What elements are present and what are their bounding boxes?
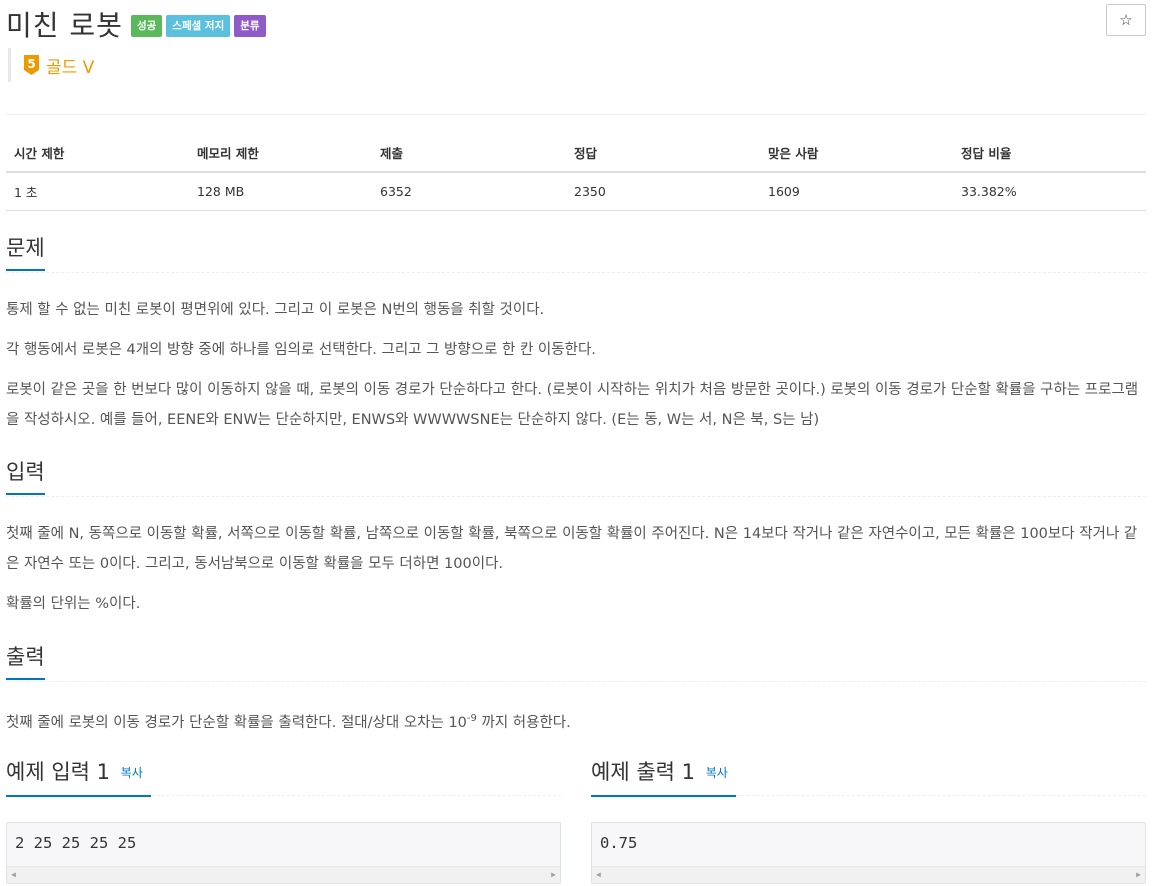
header-divider <box>6 114 1146 115</box>
sample-input-title: 예제 입력 1 복사 <box>6 754 151 797</box>
solvers-value: 1609 <box>760 172 953 211</box>
output-paragraph: 첫째 줄에 로봇의 이동 경로가 단순할 확률을 출력한다. 절대/상대 오차는… <box>6 704 1146 738</box>
output-text-before: 첫째 줄에 로봇의 이동 경로가 단순할 확률을 출력한다. 절대/상대 오차는… <box>6 714 467 731</box>
memory-limit-header: 메모리 제한 <box>189 134 372 173</box>
problem-description: 통제 할 수 없는 미친 로봇이 평면위에 있다. 그리고 이 로봇은 N번의 … <box>6 295 1146 435</box>
problem-section-title: 문제 <box>6 233 45 271</box>
scroll-right-icon[interactable]: ▶ <box>551 870 556 879</box>
samples-row: 예제 입력 1 복사 2 25 25 25 25 ◀ ▶ 예제 출력 1 복사 … <box>6 754 1146 884</box>
sample-output-title-text: 예제 출력 1 <box>591 760 695 784</box>
special-judge-badge: 스페셜 저지 <box>166 15 231 37</box>
accepted-value: 2350 <box>566 172 760 211</box>
output-section: 출력 첫째 줄에 로봇의 이동 경로가 단순할 확률을 출력한다. 절대/상대 … <box>6 642 1146 748</box>
accept-rate-header: 정답 비율 <box>953 134 1146 173</box>
submissions-header: 제출 <box>372 134 566 173</box>
star-button[interactable]: ☆ <box>1106 4 1146 36</box>
copy-input-link[interactable]: 복사 <box>121 766 143 780</box>
tier-indicator: 5 골드 V <box>8 48 94 82</box>
problem-section: 문제 통제 할 수 없는 미친 로봇이 평면위에 있다. 그리고 이 로봇은 N… <box>6 233 1146 445</box>
accept-rate-value: 33.382% <box>953 172 1146 211</box>
title-row: 미친 로봇 성공 스페셜 저지 분류 <box>6 4 266 44</box>
scroll-right-icon[interactable]: ▶ <box>1136 870 1141 879</box>
scroll-left-icon[interactable]: ◀ <box>11 870 16 879</box>
sample-output-title: 예제 출력 1 복사 <box>591 754 736 797</box>
tier-gold-icon: 5 <box>24 55 39 75</box>
problem-paragraph: 로봇이 같은 곳을 한 번보다 많이 이동하지 않을 때, 로봇의 이동 경로가… <box>6 382 1139 428</box>
problem-info-table: 시간 제한 메모리 제한 제출 정답 맞은 사람 정답 비율 1 초 128 M… <box>6 134 1146 211</box>
sample-output: 예제 출력 1 복사 0.75 ◀ ▶ <box>591 754 1146 884</box>
copy-output-link[interactable]: 복사 <box>706 766 728 780</box>
scroll-left-icon[interactable]: ◀ <box>596 870 601 879</box>
sample-input-scrollbar[interactable]: ◀ ▶ <box>7 866 560 883</box>
memory-limit-value: 128 MB <box>189 172 372 211</box>
input-section-head: 입력 <box>6 457 1146 497</box>
output-section-head: 출력 <box>6 642 1146 682</box>
info-value-row: 1 초 128 MB 6352 2350 1609 33.382% <box>6 172 1146 211</box>
sample-output-content: 0.75 <box>600 834 638 852</box>
accepted-header: 정답 <box>566 134 760 173</box>
input-paragraph: 확률의 단위는 %이다. <box>6 596 141 612</box>
problem-paragraph: 통제 할 수 없는 미친 로봇이 평면위에 있다. 그리고 이 로봇은 N번의 … <box>6 302 545 318</box>
sample-input-head: 예제 입력 1 복사 <box>6 754 561 797</box>
solvers-header: 맞은 사람 <box>760 134 953 173</box>
svg-text:5: 5 <box>27 57 35 71</box>
submissions-value: 6352 <box>372 172 566 211</box>
output-text-after: 까지 허용한다. <box>476 714 571 731</box>
sample-input-title-text: 예제 입력 1 <box>6 760 110 784</box>
input-section-title: 입력 <box>6 457 45 495</box>
sample-output-scrollbar[interactable]: ◀ ▶ <box>592 866 1145 883</box>
input-paragraph: 첫째 줄에 N, 동쪽으로 이동할 확률, 서쪽으로 이동할 확률, 남쪽으로 … <box>6 526 1138 572</box>
success-badge: 성공 <box>130 15 163 37</box>
info-header-row: 시간 제한 메모리 제한 제출 정답 맞은 사람 정답 비율 <box>6 134 1146 173</box>
time-limit-header: 시간 제한 <box>6 134 189 173</box>
badge-group: 성공 스페셜 저지 분류 <box>130 15 266 37</box>
tier-label[interactable]: 골드 V <box>46 53 94 78</box>
sample-input-content: 2 25 25 25 25 <box>15 834 137 852</box>
output-exponent: -9 <box>466 713 477 724</box>
star-icon: ☆ <box>1119 12 1133 29</box>
input-description: 첫째 줄에 N, 동쪽으로 이동할 확률, 서쪽으로 이동할 확률, 남쪽으로 … <box>6 519 1146 619</box>
problem-paragraph: 각 행동에서 로봇은 4개의 방향 중에 하나를 임의로 선택한다. 그리고 그… <box>6 342 596 358</box>
problem-section-head: 문제 <box>6 233 1146 273</box>
sample-output-head: 예제 출력 1 복사 <box>591 754 1146 797</box>
sample-input: 예제 입력 1 복사 2 25 25 25 25 ◀ ▶ <box>6 754 561 884</box>
category-badge[interactable]: 분류 <box>234 15 266 37</box>
input-section: 입력 첫째 줄에 N, 동쪽으로 이동할 확률, 서쪽으로 이동할 확률, 남쪽… <box>6 457 1146 629</box>
output-section-title: 출력 <box>6 642 45 680</box>
output-description: 첫째 줄에 로봇의 이동 경로가 단순할 확률을 출력한다. 절대/상대 오차는… <box>6 704 1146 738</box>
sample-output-box[interactable]: 0.75 ◀ ▶ <box>591 822 1146 884</box>
time-limit-value: 1 초 <box>6 172 189 211</box>
sample-input-box[interactable]: 2 25 25 25 25 ◀ ▶ <box>6 822 561 884</box>
problem-title: 미친 로봇 <box>6 9 123 42</box>
